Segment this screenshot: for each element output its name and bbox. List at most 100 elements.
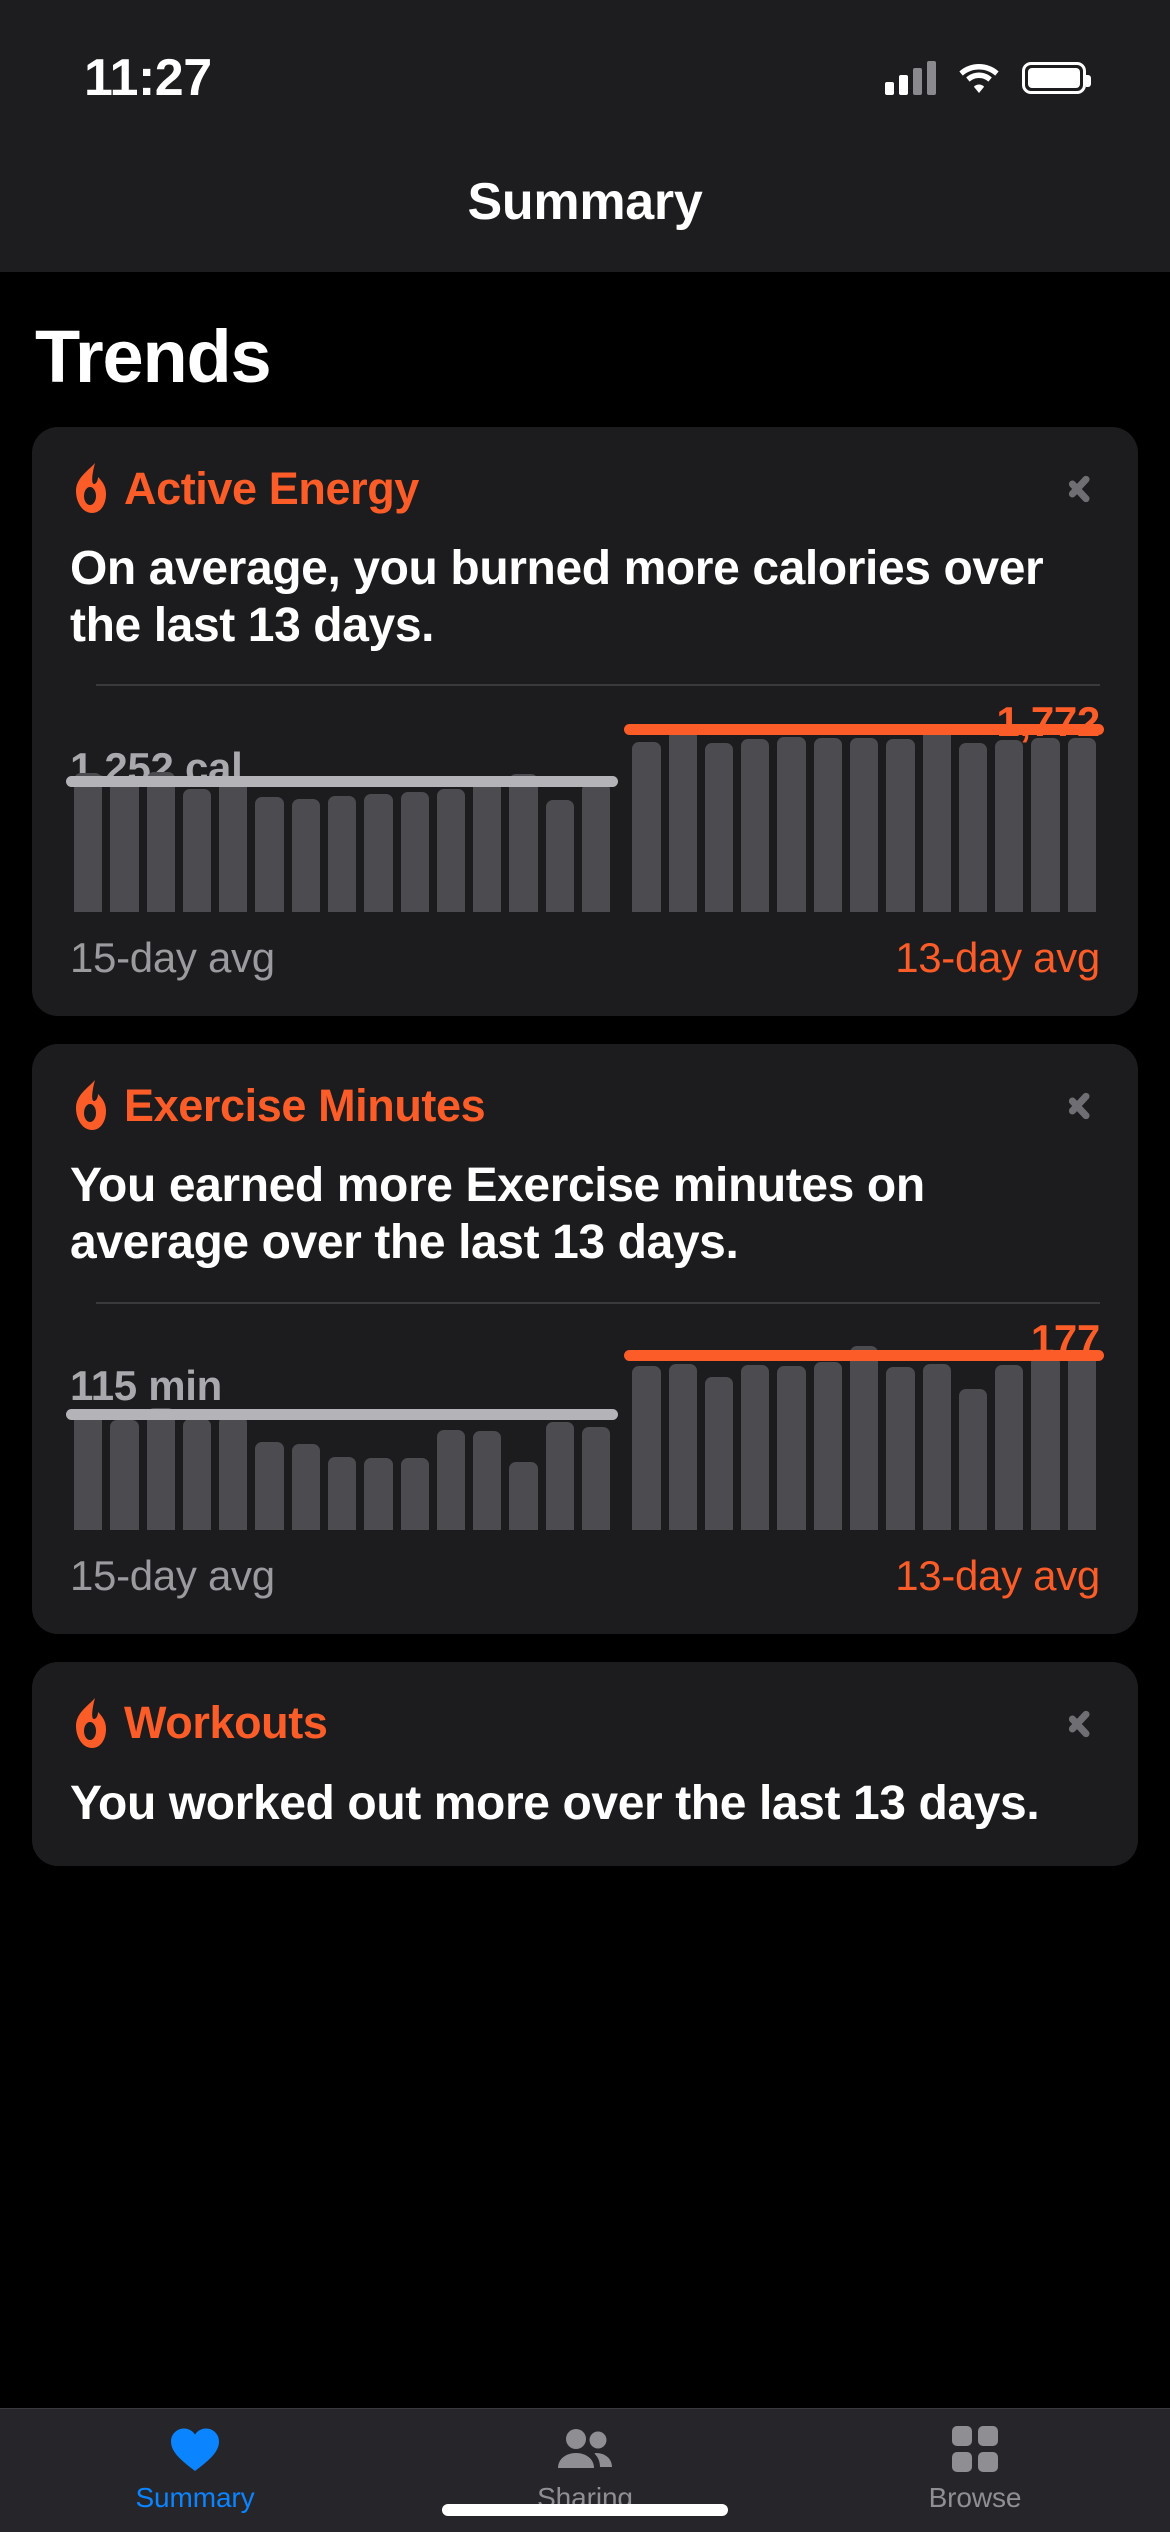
heart-icon bbox=[169, 2423, 221, 2475]
status-bar: 11:27 bbox=[0, 0, 1170, 132]
tab-sharing[interactable]: Sharing bbox=[390, 2423, 780, 2514]
chart-bar bbox=[813, 737, 842, 913]
flame-icon bbox=[70, 462, 112, 514]
chart-bar bbox=[632, 1365, 661, 1530]
chart-bar bbox=[255, 1441, 284, 1530]
chart-bar bbox=[1031, 737, 1060, 913]
chart-bar bbox=[74, 773, 103, 913]
chart-bar bbox=[813, 1361, 842, 1530]
chart-bar bbox=[995, 739, 1024, 913]
chart-footer: 15-day avg 13-day avg bbox=[70, 1552, 1100, 1600]
nav-bar-title: Summary bbox=[467, 173, 703, 231]
chart-bar bbox=[1067, 738, 1096, 913]
page-title: Trends bbox=[35, 315, 272, 398]
chart-bar bbox=[668, 729, 697, 913]
chart-bar bbox=[668, 1363, 697, 1530]
chart-bar bbox=[1031, 1356, 1060, 1530]
chart-bar bbox=[509, 773, 538, 913]
card-divider bbox=[96, 684, 1100, 687]
chart-bar bbox=[182, 1419, 212, 1530]
status-bar-time: 11:27 bbox=[84, 49, 212, 107]
chart-bar bbox=[849, 738, 879, 913]
card-header[interactable]: Exercise Minutes bbox=[70, 1074, 1100, 1136]
trend-card-workouts[interactable]: Workouts You worked out more over the la… bbox=[32, 1661, 1138, 1867]
cellular-signal-icon bbox=[885, 61, 936, 95]
chart-bar bbox=[364, 794, 393, 913]
card-header[interactable]: Active Energy bbox=[70, 457, 1100, 519]
tab-summary[interactable]: Summary bbox=[0, 2423, 390, 2514]
chart-bar bbox=[400, 1458, 429, 1530]
trend-card-exercise-minutes[interactable]: Exercise Minutes You earned more Exercis… bbox=[32, 1044, 1138, 1634]
chart-bar bbox=[74, 1413, 103, 1530]
chart-bar bbox=[400, 792, 429, 913]
flame-icon bbox=[70, 1697, 112, 1749]
chevron-right-icon[interactable] bbox=[1068, 1701, 1094, 1745]
phone-screen: 11:27 Summary Trends Active Energy On av… bbox=[0, 0, 1170, 2532]
chart-series-baseline bbox=[66, 1330, 619, 1530]
chart-bar bbox=[219, 776, 248, 913]
card-title: Workouts bbox=[124, 1697, 328, 1748]
chart-bar bbox=[777, 737, 806, 913]
trend-card-active-energy[interactable]: Active Energy On average, you burned mor… bbox=[32, 427, 1138, 1017]
baseline-average-line bbox=[66, 1408, 619, 1420]
chart-bar bbox=[291, 799, 320, 913]
flame-icon bbox=[70, 1079, 112, 1131]
chart-bar bbox=[777, 1365, 806, 1530]
chart-legend-highlight: 13-day avg bbox=[895, 1551, 1100, 1599]
chart-exercise-minutes: 115 min 177 bbox=[66, 1316, 1104, 1530]
people-icon bbox=[556, 2423, 614, 2475]
chart-bars bbox=[66, 712, 1104, 913]
chart-bar bbox=[291, 1443, 320, 1530]
status-bar-indicators bbox=[885, 61, 1091, 95]
chart-bar bbox=[741, 1364, 770, 1530]
card-divider bbox=[96, 1301, 1100, 1304]
chart-bar bbox=[436, 788, 466, 913]
chart-bar bbox=[922, 726, 951, 913]
chart-bar bbox=[327, 1457, 357, 1530]
chart-bar bbox=[473, 1431, 502, 1530]
tab-bar: Summary Sharing Browse bbox=[0, 2408, 1170, 2532]
chart-bar bbox=[886, 1366, 915, 1530]
card-header[interactable]: Workouts bbox=[70, 1692, 1100, 1754]
battery-full-icon bbox=[1022, 62, 1091, 94]
chart-bar bbox=[110, 1419, 139, 1530]
chart-bar bbox=[581, 783, 611, 913]
chart-bar bbox=[364, 1458, 393, 1530]
chart-bars bbox=[66, 1330, 1104, 1530]
card-description: You earned more Exercise minutes on aver… bbox=[70, 1159, 925, 1269]
chart-bar bbox=[958, 743, 988, 913]
grid-icon bbox=[952, 2423, 998, 2475]
chart-series-highlight bbox=[624, 712, 1104, 913]
home-indicator bbox=[442, 2504, 728, 2516]
card-title: Exercise Minutes bbox=[124, 1079, 486, 1131]
chart-bar bbox=[436, 1429, 466, 1530]
chart-bar bbox=[182, 789, 212, 913]
chart-bar bbox=[509, 1461, 538, 1530]
chart-bar bbox=[632, 742, 661, 913]
chart-series-highlight bbox=[624, 1330, 1104, 1530]
baseline-average-line bbox=[66, 776, 619, 788]
chart-bar bbox=[545, 800, 574, 913]
chart-series-baseline bbox=[66, 712, 619, 913]
chart-legend-baseline: 15-day avg bbox=[70, 934, 275, 982]
nav-bar: Summary bbox=[0, 132, 1170, 272]
chart-bar bbox=[110, 781, 139, 913]
chevron-right-icon[interactable] bbox=[1068, 466, 1094, 510]
scroll-content[interactable]: Trends Active Energy On average, you bur… bbox=[0, 272, 1170, 2408]
chart-bar bbox=[219, 1416, 248, 1530]
chevron-right-icon[interactable] bbox=[1068, 1083, 1094, 1127]
card-description: On average, you burned more calories ove… bbox=[70, 542, 1044, 652]
chart-bar bbox=[146, 772, 175, 913]
tab-browse[interactable]: Browse bbox=[780, 2423, 1170, 2514]
tab-label: Summary bbox=[135, 2482, 255, 2513]
chart-bar bbox=[1067, 1353, 1096, 1530]
chart-bar bbox=[255, 797, 284, 913]
chart-bar bbox=[327, 795, 357, 913]
card-description: You worked out more over the last 13 day… bbox=[70, 1776, 1040, 1830]
chart-footer: 15-day avg 13-day avg bbox=[70, 934, 1100, 982]
tab-label: Browse bbox=[928, 2482, 1022, 2513]
chart-active-energy: 1,252 cal 1,772 bbox=[66, 698, 1104, 913]
chart-bar bbox=[995, 1364, 1024, 1530]
chart-bar bbox=[922, 1363, 951, 1530]
wifi-icon bbox=[958, 62, 1000, 94]
